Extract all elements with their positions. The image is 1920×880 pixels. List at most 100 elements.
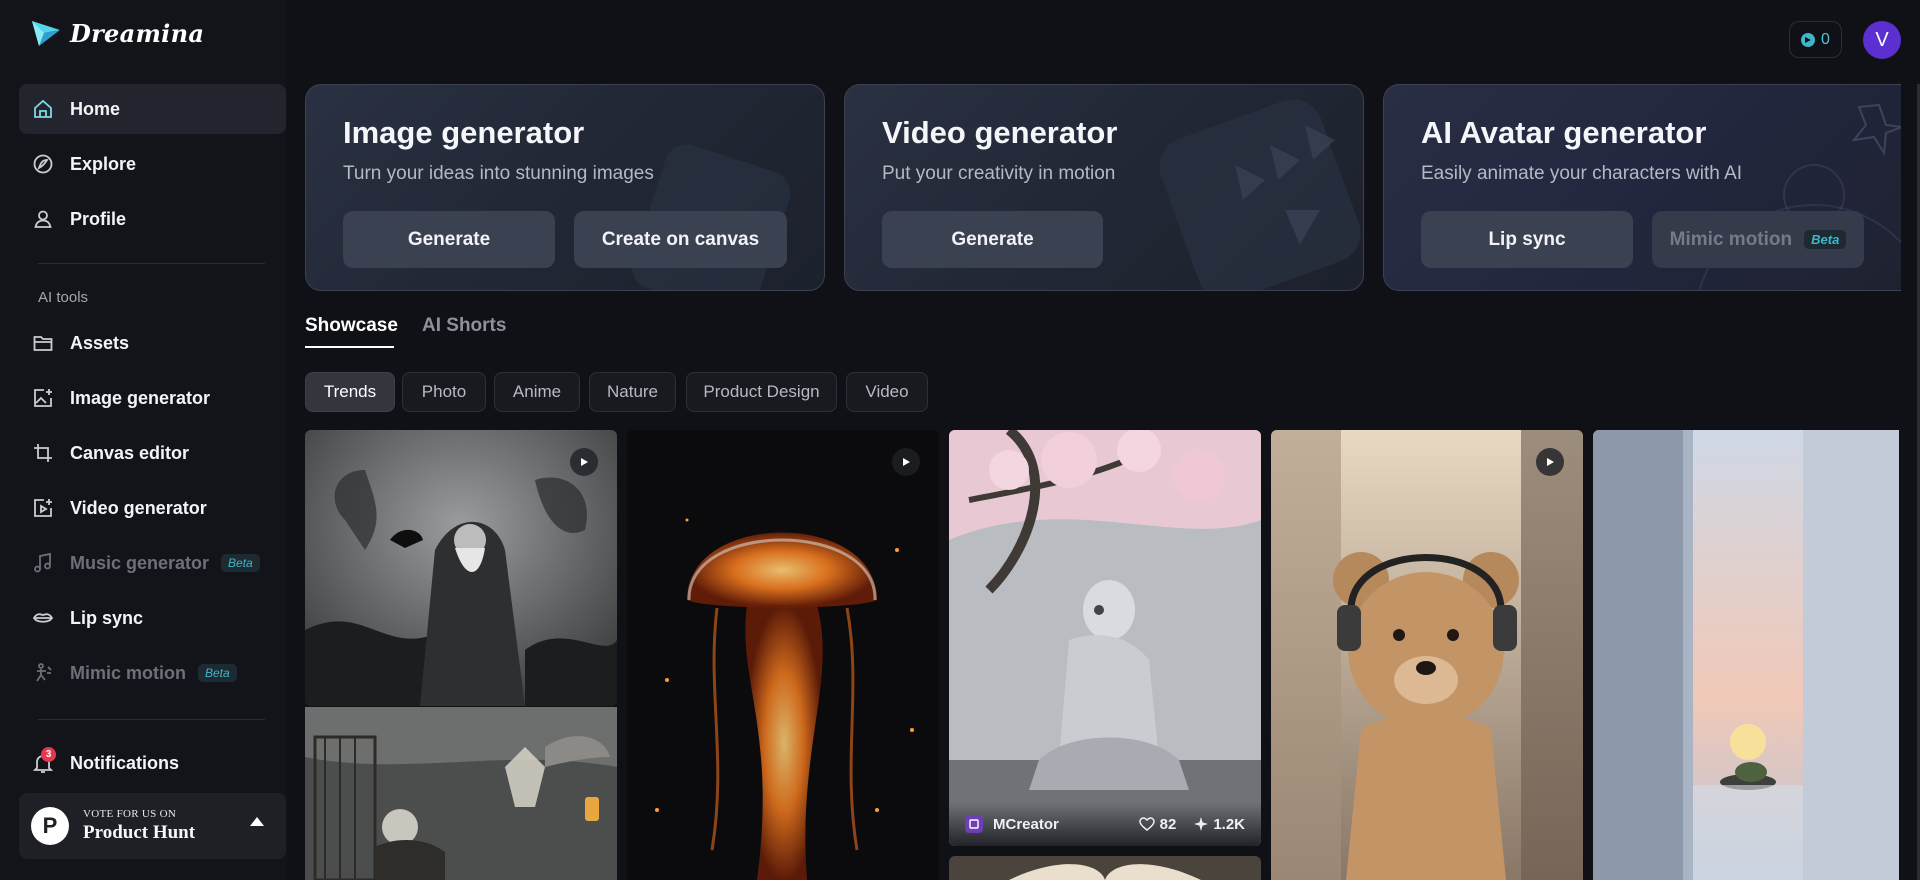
sidebar-item-label: Music generator [70,552,210,573]
sidebar-item-mimic-motion[interactable]: Mimic motion Beta [19,648,286,698]
credits-counter[interactable]: 0 [1789,21,1842,58]
sidebar-item-home[interactable]: Home [19,84,286,134]
sidebar-item-explore[interactable]: Explore [19,139,286,189]
sidebar-item-label: Video generator [70,497,207,518]
lip-sync-button[interactable]: Lip sync [1421,211,1633,268]
sidebar-item-label: Image generator [70,387,211,408]
creator-avatar-icon [965,815,983,833]
mimic-motion-button[interactable]: Mimic motion Beta [1652,211,1864,268]
praying-robot-image [949,430,1261,846]
sidebar-item-label: Canvas editor [70,442,190,463]
sidebar-divider [38,719,265,720]
angel-wings-image [949,856,1261,880]
product-hunt-caption: VOTE FOR US ON [83,808,177,820]
sidebar-item-label: Lip sync [70,607,144,628]
tab-ai-shorts[interactable]: AI Shorts [422,315,506,337]
chip-photo[interactable]: Photo [402,372,486,412]
uses-value: 1.2K [1213,815,1245,833]
sidebar-item-assets[interactable]: Assets [19,318,286,368]
gallery-card-sunset-island[interactable] [1593,430,1899,880]
section-title-ai-tools: AI tools [38,289,89,306]
sidebar-item-label: Assets [70,332,130,353]
music-icon [32,552,54,574]
chip-anime[interactable]: Anime [494,372,580,412]
card-decoration [1159,99,1361,290]
creator-name[interactable]: MCreator [993,816,1059,833]
feature-title: Image generator [343,115,585,150]
upvote-arrow-icon [250,817,264,826]
mimic-motion-label: Mimic motion [1669,228,1793,250]
sidebar-item-canvas-editor[interactable]: Canvas editor [19,428,286,478]
sidebar-item-notifications[interactable]: Notifications [19,738,286,788]
image-generate-button[interactable]: Generate [343,211,555,268]
gallery-card-teddy-bear[interactable] [1271,430,1583,880]
heart-icon [1138,817,1155,831]
user-icon [32,208,54,230]
product-hunt-banner[interactable]: P VOTE FOR US ON Product Hunt [19,793,286,859]
beta-badge: Beta [1804,230,1847,249]
feature-title: AI Avatar generator [1421,115,1707,150]
credits-value: 0 [1821,30,1830,48]
gallery-card-wizard-raven[interactable] [305,430,617,706]
image-generator-card: Image generator Turn your ideas into stu… [305,84,825,291]
product-hunt-text: VOTE FOR US ON Product Hunt [83,808,195,844]
fire-jellyfish-image [627,430,939,880]
sidebar-item-label: Explore [70,153,137,174]
beta-badge: Beta [221,554,260,572]
like-button[interactable]: 82 [1138,815,1177,833]
lip-sync-icon [32,607,54,629]
sidebar-item-label: Profile [70,208,127,229]
chip-trends[interactable]: Trends [305,372,395,412]
active-tab-indicator [305,346,394,348]
compass-icon [32,153,54,175]
feature-subtitle: Put your creativity in motion [882,163,1116,184]
video-plus-icon [32,497,54,519]
product-hunt-title: Product Hunt [83,822,196,843]
chip-product-design[interactable]: Product Design [686,372,837,412]
dreamina-logo-icon [32,21,60,46]
folder-icon [32,332,54,354]
sidebar-item-music-generator[interactable]: Music generator Beta [19,538,286,588]
video-generator-card: Video generator Put your creativity in m… [844,84,1364,291]
sidebar-item-label: Notifications [70,752,180,773]
sidebar-item-image-generator[interactable]: Image generator [19,373,286,423]
product-hunt-logo-icon: P [31,807,69,845]
beta-badge: Beta [198,664,237,682]
notification-count-badge: 3 [41,747,56,762]
feature-title: Video generator [882,115,1118,150]
feature-subtitle: Easily animate your characters with AI [1421,163,1743,184]
teddy-bear-image [1271,430,1583,880]
create-on-canvas-button[interactable]: Create on canvas [574,211,787,268]
chip-video[interactable]: Video [846,372,928,412]
video-generate-button[interactable]: Generate [882,211,1103,268]
chip-nature[interactable]: Nature [589,372,676,412]
play-icon [892,448,920,476]
card-footer: MCreator 82 1.2K [949,802,1261,846]
brand-name: Dreamina [70,18,205,48]
motion-icon [32,662,54,684]
credit-coin-icon [1801,32,1816,47]
likes-count: 82 [1159,815,1177,833]
uses-count[interactable]: 1.2K [1194,816,1245,833]
play-icon [570,448,598,476]
sidebar-item-lip-sync[interactable]: Lip sync [19,593,286,643]
sidebar-divider [38,263,265,264]
wizard-raven-image [305,430,617,706]
gallery-card-angel-wings[interactable] [949,856,1261,880]
tab-showcase[interactable]: Showcase [305,315,398,337]
gallery-card-fire-jellyfish[interactable] [627,430,939,880]
old-man-skeleton-image [305,707,617,880]
ai-avatar-generator-card: AI Avatar generator Easily animate your … [1383,84,1901,291]
sidebar-item-label: Mimic motion [70,662,186,683]
gallery-card-praying-robot[interactable]: MCreator 82 1.2K [949,430,1261,846]
sidebar-item-profile[interactable]: Profile [19,194,286,244]
image-plus-icon [32,387,54,409]
sidebar-item-video-generator[interactable]: Video generator [19,483,286,533]
sidebar: Dreamina Home Explore Profile AI tools A… [0,0,287,880]
user-avatar[interactable]: V [1863,21,1901,59]
gallery-card-old-man-skeleton[interactable] [305,707,617,880]
brand-logo[interactable]: Dreamina [30,18,204,48]
sparkle-icon [1194,817,1209,831]
home-icon [32,98,54,120]
play-icon [1536,448,1564,476]
